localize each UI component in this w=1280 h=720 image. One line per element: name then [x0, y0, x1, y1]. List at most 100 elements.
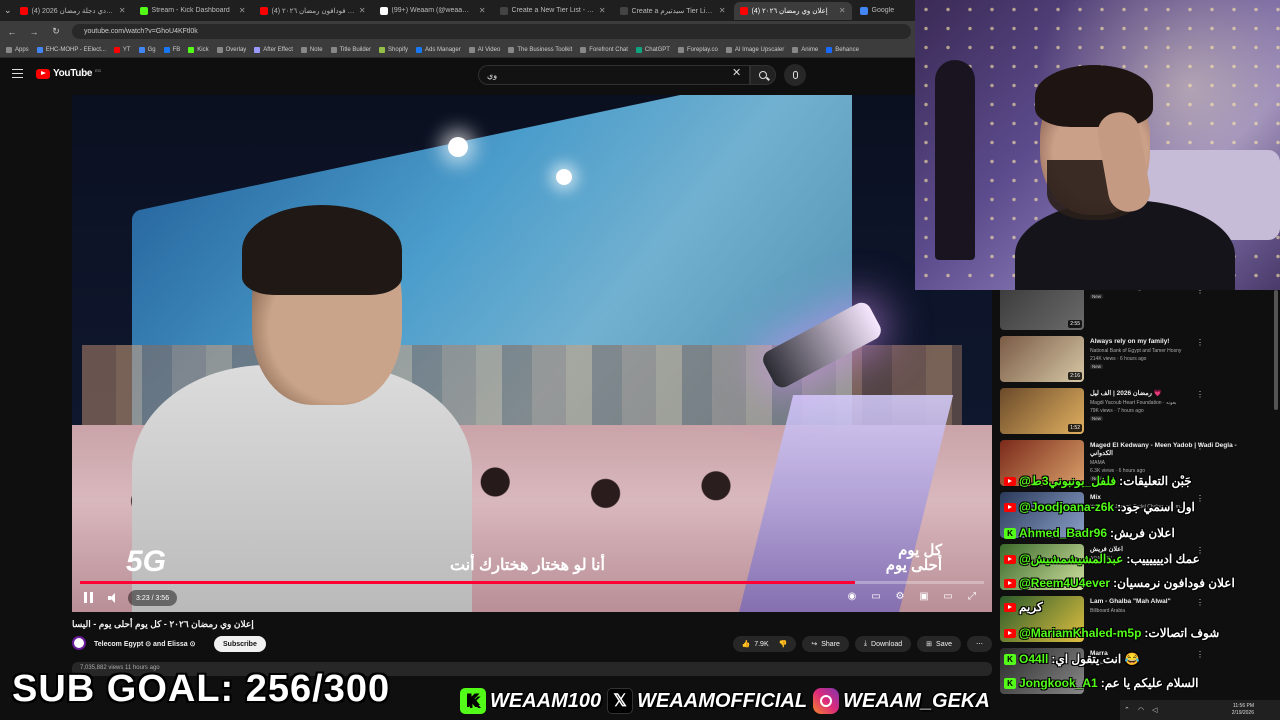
bookmark-item[interactable]: Behance [826, 46, 859, 53]
channel-avatar[interactable] [72, 636, 86, 650]
bookmark-item[interactable]: The Business Toolkit [508, 46, 572, 53]
more-options-icon[interactable]: ⋮ [1196, 290, 1204, 295]
bookmark-item[interactable]: Title Builder [330, 46, 371, 53]
5g-logo-overlay: 5G [126, 545, 167, 578]
close-tab-icon[interactable]: ✕ [839, 6, 846, 15]
bookmark-favicon-icon [468, 46, 475, 53]
bookmark-item[interactable]: Apps [6, 46, 29, 53]
like-button[interactable]: 👍 7.9K 👎 [732, 636, 797, 652]
browser-tab[interactable]: Stream - Kick Dashboard ✕ [134, 2, 252, 20]
sidebar-scrollbar[interactable] [1274, 290, 1278, 410]
forward-icon[interactable]: → [28, 27, 40, 37]
system-clock[interactable]: 11:56 PM 2/19/2026 [1232, 703, 1254, 717]
bookmark-item[interactable]: Ads Manager [416, 46, 461, 53]
reload-icon[interactable]: ↻ [50, 26, 62, 37]
url-field[interactable]: youtube.com/watch?v=GhoU4KFtl0k [72, 24, 911, 39]
bookmark-item[interactable]: Forefront Chat [580, 46, 628, 53]
clear-search-icon[interactable]: ✕ [732, 66, 741, 79]
chat-message: @Joodjoana-z6k:اول اسمي جود [1004, 500, 1195, 514]
video-thumbnail[interactable]: 2:16 [1000, 336, 1084, 382]
save-button[interactable]: ⊞ Save [917, 636, 961, 652]
related-video-item[interactable]: 1:52 رمضان 2026 | الف ليل 💗 Magdi Yacoub H… [1000, 388, 1270, 434]
close-tab-icon[interactable]: ✕ [719, 6, 726, 15]
browser-tab[interactable]: Create a سيدتيرم Tier List - TierMa ✕ [614, 2, 732, 20]
close-tab-icon[interactable]: ✕ [239, 6, 246, 15]
theater-mode-icon[interactable]: ▭ [942, 591, 954, 603]
download-button[interactable]: ⤓ Download [854, 636, 912, 652]
search-input[interactable]: وي [478, 65, 750, 85]
settings-gear-icon[interactable]: ⚙ [894, 591, 906, 603]
bookmark-item[interactable]: Anime [792, 46, 818, 53]
wifi-icon[interactable]: ◠ [1138, 706, 1144, 714]
chat-text: :شوف اتصالات [1144, 626, 1220, 640]
chevron-up-icon[interactable]: ⌃ [1124, 706, 1130, 714]
video-duration: 1:52 [1068, 424, 1082, 432]
chat-message: @MariamKhaled-m5p:شوف اتصالات [1004, 626, 1219, 640]
kick-badge-icon: K [1004, 527, 1016, 539]
progress-bar[interactable] [80, 581, 984, 584]
browser-tab[interactable]: Google✕ [854, 2, 915, 20]
bookmark-item[interactable]: Foreplay.co [677, 46, 718, 53]
share-button[interactable]: ↪ Share [802, 636, 849, 652]
voice-search-button[interactable] [784, 64, 806, 86]
chat-message: K Ahmed_Badr96:اعلان فريش [1004, 526, 1175, 540]
chat-username: @Reem4U4ever [1019, 576, 1111, 590]
browser-tab[interactable]: (4) إعلان وادي دجلة رمضان 2026 ✕ [14, 2, 132, 20]
related-video-item[interactable]: 2:16 Always rely on my family! National Ba… [1000, 336, 1270, 382]
more-actions-button[interactable]: ⋯ [967, 636, 992, 652]
video-thumbnail[interactable]: 2:55 [1000, 290, 1084, 330]
video-player[interactable]: 5G أنا لو هختار هختارك أنت كل يوم أحلى ي… [72, 95, 992, 612]
fullscreen-icon[interactable]: ⤢ [966, 591, 978, 603]
autoplay-toggle-icon[interactable]: ◉ [846, 591, 858, 603]
related-video-title[interactable]: رمضان 2026 | الف ليل 💗 [1090, 390, 1250, 398]
browser-tab[interactable]: Create a New Tier List - TierMa ✕ [494, 2, 612, 20]
pause-icon[interactable] [84, 592, 93, 603]
related-video-title[interactable]: Always rely on my family! [1090, 338, 1250, 346]
bookmark-label: EHC-MOHP - EElect... [45, 46, 106, 53]
bookmark-item[interactable]: After Effect [254, 46, 293, 53]
subtitles-icon[interactable]: ▭ [870, 591, 882, 603]
bookmark-item[interactable]: ChatGPT [635, 46, 670, 53]
tab-list-icon[interactable]: ⌄ [4, 5, 12, 16]
like-count: 7.9K [754, 640, 769, 648]
more-options-icon[interactable]: ⋮ [1196, 442, 1204, 451]
speaker-icon[interactable]: ◁ [1152, 706, 1157, 714]
browser-tab[interactable]: (4) اعلان فودافون رمضان ٢٠٢٦ ✕ [254, 2, 372, 20]
back-icon[interactable]: ← [6, 27, 18, 37]
more-options-icon[interactable]: ⋮ [1196, 390, 1204, 399]
bookmark-item[interactable]: Overlay [216, 46, 246, 53]
subscribe-button[interactable]: Subscribe [214, 636, 266, 652]
screen: ⌄ (4) إعلان وادي دجلة رمضان 2026✕Stream … [0, 0, 1280, 720]
bookmark-item[interactable]: Shopify [379, 46, 408, 53]
close-tab-icon[interactable]: ✕ [119, 6, 126, 15]
related-video-title[interactable]: Maged El Kedwany - Meen Yadob | Wadi Deg… [1090, 442, 1250, 458]
miniplayer-icon[interactable]: ▣ [918, 591, 930, 603]
related-video-meta: 10K views · 6 hours ago [1090, 290, 1144, 292]
bookmark-item[interactable]: AI Video [468, 46, 500, 53]
more-options-icon[interactable]: ⋮ [1196, 338, 1204, 347]
related-video-channel: Magdi Yacoub Heart Foundation · بعونه [1090, 400, 1177, 406]
volume-icon[interactable] [108, 593, 118, 603]
bookmark-item[interactable]: YT [113, 46, 131, 53]
video-thumbnail[interactable]: 1:52 [1000, 388, 1084, 434]
bookmark-favicon-icon [216, 46, 223, 53]
bookmark-item[interactable]: EHC-MOHP - EElect... [36, 46, 106, 53]
bookmark-label: ChatGPT [644, 46, 670, 53]
browser-tab[interactable]: (4) إعلان وي رمضان ٢٠٢٦ ✕ [733, 1, 852, 20]
bookmark-item[interactable]: FB [163, 46, 180, 53]
search-button[interactable] [750, 65, 776, 85]
close-tab-icon[interactable]: ✕ [359, 6, 366, 15]
bookmark-item[interactable]: AI Image Upscaler [725, 46, 784, 53]
close-tab-icon[interactable]: ✕ [599, 6, 606, 15]
hamburger-menu-icon[interactable] [12, 69, 23, 78]
bookmark-item[interactable]: Kick [188, 46, 209, 53]
bookmark-item[interactable]: Gg [138, 46, 156, 53]
dislike-icon[interactable]: 👎 [779, 640, 788, 648]
youtube-logo[interactable]: YouTube EG [36, 68, 101, 79]
browser-tab[interactable]: (99+) Weaam (@weaam100) | T ✕ [374, 2, 492, 20]
bookmark-item[interactable]: Note [300, 46, 323, 53]
close-tab-icon[interactable]: ✕ [479, 6, 486, 15]
channel-name[interactable]: Telecom Egypt ⊙ and Elissa ⊙ [94, 640, 195, 648]
related-video-item[interactable]: 2:55 10K views · 6 hours ago New ⋮ [1000, 290, 1270, 330]
tab-label: Create a سيدتيرم Tier List - TierMa [631, 7, 715, 15]
